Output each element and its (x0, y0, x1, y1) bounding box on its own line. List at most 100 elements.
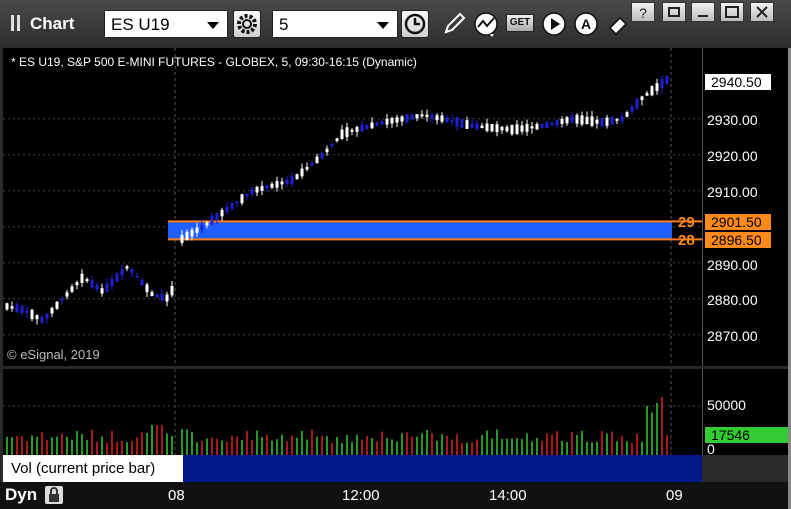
chevron-down-icon (377, 22, 389, 29)
candle-body (635, 99, 639, 109)
candle-body (235, 201, 239, 204)
candle-body (480, 125, 484, 129)
candle-body (335, 138, 339, 141)
candle-body (430, 114, 434, 119)
volume-tick: 0 (707, 441, 715, 457)
candle-body (420, 114, 424, 117)
candle-body (390, 118, 394, 124)
candle-body (265, 185, 269, 189)
copyright: © eSignal, 2019 (7, 347, 100, 362)
candle-body (615, 118, 619, 121)
get-button[interactable]: GET (506, 14, 534, 32)
candle-body (320, 152, 324, 159)
candle-body (145, 284, 149, 293)
candle-body (660, 78, 664, 89)
candle-body (625, 112, 629, 117)
dynamic-mode-label[interactable]: Dyn (5, 485, 37, 505)
candle-body (105, 283, 109, 292)
zone-high-short-label: 29 (678, 214, 695, 231)
candle-body (205, 222, 209, 226)
alert-icon[interactable]: A (572, 10, 600, 38)
volume-tick: 50000 (707, 397, 746, 413)
candle-body (75, 282, 79, 286)
volume-close-button[interactable]: × (170, 454, 178, 470)
candle-body (650, 86, 654, 96)
candle-body (655, 83, 659, 92)
candle-body (520, 125, 524, 132)
candle-body (70, 286, 74, 292)
time-button[interactable] (401, 10, 429, 38)
candle-body (620, 116, 624, 122)
candle-body (350, 129, 354, 132)
time-label: 08 (168, 487, 185, 504)
candle-body (25, 310, 29, 313)
close-icon (756, 6, 768, 18)
volume-pane[interactable] (3, 369, 702, 455)
candle-body (195, 227, 199, 233)
candle-body (295, 174, 299, 180)
clock-icon (404, 13, 426, 35)
candle-body (545, 122, 549, 128)
candle-body (85, 279, 89, 282)
candle-body (225, 206, 229, 213)
symbol-combo[interactable]: ES U19 (104, 10, 228, 38)
candle-body (115, 273, 119, 282)
price-tick: 2920.00 (707, 148, 758, 164)
price-tick: 2890.00 (707, 257, 758, 273)
candle-body (160, 293, 164, 301)
candle-body (300, 168, 304, 177)
candle-body (310, 162, 314, 166)
candle-body (600, 118, 604, 127)
candle-body (40, 316, 44, 323)
candle-body (495, 124, 499, 133)
candle-body (190, 229, 194, 237)
candle-body (415, 114, 419, 119)
candle-body (215, 213, 219, 221)
candle-body (425, 114, 429, 118)
settings-button[interactable] (233, 10, 261, 38)
window-title: Chart (30, 14, 75, 33)
pencil-icon[interactable] (440, 10, 468, 38)
candle-body (465, 120, 469, 129)
close-button[interactable] (750, 2, 774, 22)
link-icon[interactable] (604, 10, 632, 38)
play-icon[interactable] (540, 10, 568, 38)
candle-body (355, 127, 359, 132)
candle-body (280, 181, 284, 185)
maximize-button[interactable] (720, 2, 744, 22)
candle-body (565, 117, 569, 124)
svg-text:A: A (581, 16, 591, 32)
zone-low-tag: 2896.50 (705, 232, 771, 248)
candle-body (110, 278, 114, 287)
window-menu-button[interactable]: ? (631, 2, 655, 22)
support-zone (168, 221, 672, 240)
indicator-icon[interactable] (472, 10, 500, 38)
grip-icon[interactable] (10, 14, 24, 32)
candle-body (155, 294, 159, 298)
price-chart[interactable]: * ES U19, S&P 500 E-MINI FUTURES - GLOBE… (3, 48, 702, 366)
candle-body (570, 115, 574, 123)
candle-body (610, 116, 614, 125)
candle-body (340, 129, 344, 139)
candle-body (90, 280, 94, 288)
restore-button[interactable] (662, 2, 686, 22)
price-tick: 2930.00 (707, 112, 758, 128)
candle-body (165, 294, 169, 302)
candle-body (395, 117, 399, 123)
candle-body (325, 148, 329, 153)
interval-combo[interactable]: 5 (272, 10, 398, 38)
minimize-button[interactable] (691, 2, 715, 22)
candle-body (290, 176, 294, 185)
lock-icon[interactable] (44, 485, 64, 505)
price-tick: 2880.00 (707, 292, 758, 308)
candle-body (140, 279, 144, 286)
candle-body (345, 127, 349, 137)
candle-body (540, 124, 544, 128)
candle-body (245, 194, 249, 197)
candle-body (135, 275, 139, 278)
price-axis[interactable]: 2940.50 2930.00 2920.00 2910.00 2901.50 … (702, 48, 789, 366)
svg-text:?: ? (639, 5, 647, 21)
price-tick: 2910.00 (707, 184, 758, 200)
candle-body (315, 156, 319, 164)
volume-axis[interactable]: 50000 17546 0 (702, 369, 789, 457)
